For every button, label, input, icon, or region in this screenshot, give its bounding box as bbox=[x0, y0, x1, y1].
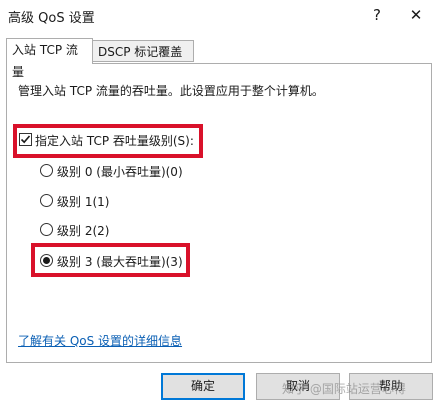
tab-dscp-override[interactable]: DSCP 标记覆盖 bbox=[93, 40, 194, 62]
radio-level-2[interactable] bbox=[40, 223, 53, 236]
panel-description: 管理入站 TCP 流量的吞吐量。此设置应用于整个计算机。 bbox=[18, 84, 324, 98]
radio-level-0[interactable] bbox=[40, 164, 53, 177]
radio-level-1-label: 级别 1(1) bbox=[57, 195, 110, 209]
qos-info-link[interactable]: 了解有关 QoS 设置的详细信息 bbox=[18, 332, 182, 349]
ok-button[interactable]: 确定 bbox=[161, 373, 245, 400]
tab-inbound-tcp[interactable]: 入站 TCP 流量 bbox=[6, 38, 93, 79]
throughput-checkbox[interactable] bbox=[19, 133, 32, 146]
radio-level-1[interactable] bbox=[40, 194, 53, 207]
watermark: 知乎 @国际站运营心得 bbox=[282, 382, 406, 396]
radio-level-0-label: 级别 0 (最小吞吐量)(0) bbox=[57, 165, 183, 179]
radio-selected-dot bbox=[43, 257, 50, 264]
tab-panel bbox=[6, 63, 432, 363]
checkmark-icon bbox=[20, 135, 31, 144]
window-title: 高级 QoS 设置 bbox=[8, 11, 95, 26]
throughput-checkbox-label: 指定入站 TCP 吞吐量级别(S): bbox=[35, 134, 194, 148]
title-bar: 高级 QoS 设置 ? ✕ bbox=[0, 0, 439, 32]
help-icon[interactable]: ? bbox=[366, 4, 388, 26]
radio-level-2-label: 级别 2(2) bbox=[57, 224, 110, 238]
close-icon[interactable]: ✕ bbox=[404, 4, 428, 26]
radio-level-3[interactable] bbox=[40, 254, 53, 267]
radio-level-3-label: 级别 3 (最大吞吐量)(3) bbox=[57, 255, 183, 269]
